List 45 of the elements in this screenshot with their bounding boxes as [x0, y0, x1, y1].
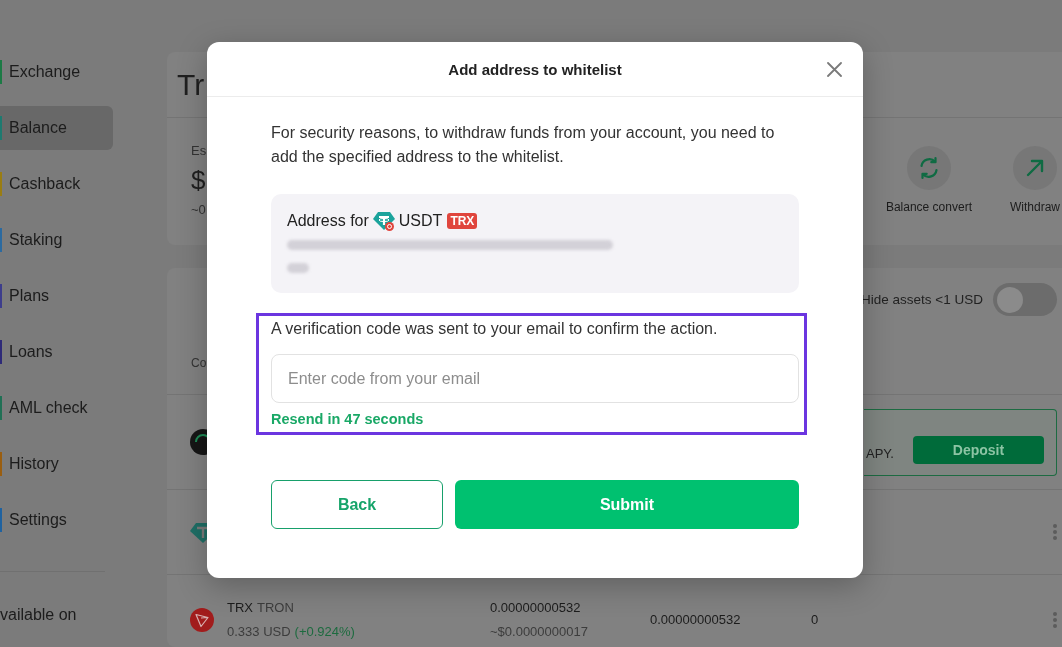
action-button[interactable]: Withdraw [1010, 146, 1060, 214]
dialog-title: Add address to whitelist [448, 60, 622, 78]
coin-logo-icon [190, 429, 207, 455]
sidebar-footer-text: vailable on [0, 605, 77, 625]
close-icon[interactable] [827, 61, 842, 77]
estimated-label: Es [191, 143, 207, 159]
coin-logo-icon [190, 607, 214, 632]
table-cell-text: 0 [811, 610, 819, 629]
code-input[interactable]: Enter code from your email [271, 354, 799, 403]
more-icon[interactable] [1053, 524, 1057, 540]
sidebar-item[interactable]: Cashback [0, 162, 113, 206]
sidebar-item[interactable]: Settings [0, 498, 113, 542]
column-header: Co [191, 356, 207, 370]
sidebar-item[interactable]: Loans [0, 330, 113, 374]
balance-amount: $ [191, 164, 206, 196]
resend-timer: Resend in 47 seconds [271, 410, 424, 429]
refresh-arrows-icon [906, 146, 951, 190]
dialog-button[interactable]: Submit [455, 480, 799, 529]
sidebar-item[interactable]: Exchange [0, 50, 113, 94]
sidebar-item[interactable]: History [0, 442, 113, 486]
promo-text: APY. [866, 445, 894, 462]
coin-name: TRON [257, 598, 294, 617]
action-button[interactable]: Balance convert [885, 146, 972, 214]
sidebar-item[interactable]: Plans [0, 274, 113, 318]
address-label: Address for [287, 212, 369, 230]
sidebar-item[interactable]: AML check [0, 386, 113, 430]
network-tag: TRX [447, 213, 478, 229]
page-title: Tr [177, 66, 205, 103]
price-change: (+0.924%) [294, 622, 355, 641]
coin-logo-icon [372, 210, 395, 232]
sidebar-item[interactable]: Balance [0, 106, 113, 150]
balance-approx: ~0 [191, 202, 206, 218]
asset-amount: 0.00000000532 [490, 598, 581, 617]
coin-symbol: USDT [398, 212, 443, 230]
verification-message: A verification code was sent to your email to confirm the action. [271, 319, 719, 339]
coin-price: 0.333 USD [227, 622, 291, 641]
sidebar-item[interactable]: Staking [0, 218, 113, 262]
dialog-button[interactable]: Back [271, 480, 443, 529]
intro-text: For security reasons, to withdraw funds from your account, you need to add the specified address to the whitelist. [271, 123, 776, 167]
asset-usd-value: ~$0.0000000017 [490, 622, 588, 641]
deposit-button[interactable]: Deposit [913, 435, 1044, 464]
toggle-switch[interactable] [993, 283, 1057, 316]
table-cell: 0.00000000532 [650, 611, 741, 627]
coin-symbol: TRX [227, 598, 253, 617]
more-icon[interactable] [1053, 611, 1057, 628]
